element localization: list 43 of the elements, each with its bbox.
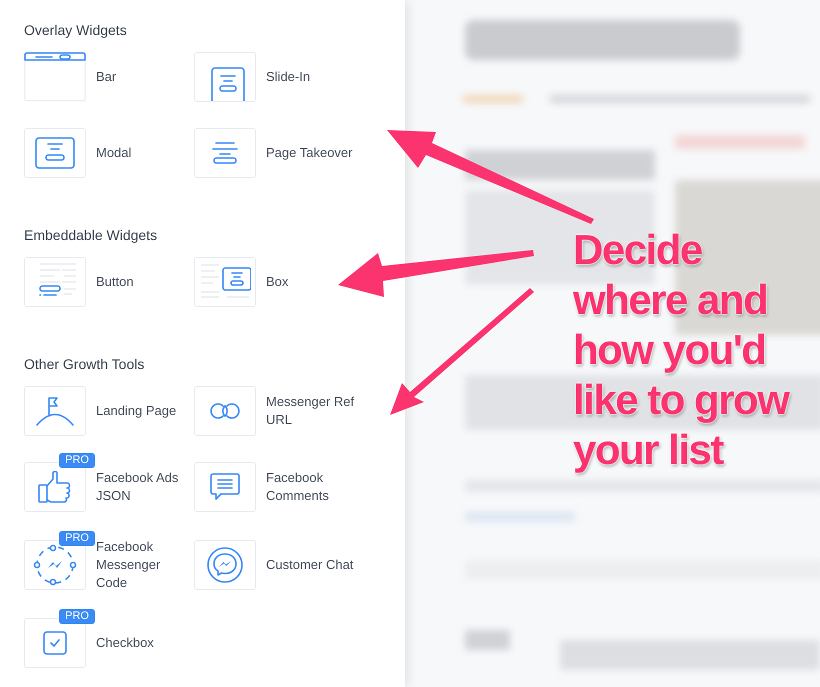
section-heading: Other Growth Tools: [24, 355, 146, 373]
widget-tile[interactable]: [194, 52, 256, 102]
widget-label: Messenger Ref URL: [266, 393, 356, 429]
widget-tile[interactable]: [194, 462, 256, 512]
widget-label: Box: [266, 273, 290, 291]
annotation-text: Decide where and how you'd like to grow your list: [573, 225, 790, 475]
dotted-ring-icon: [32, 543, 78, 587]
widget-tile[interactable]: [194, 128, 256, 178]
widget-tile[interactable]: [24, 540, 86, 590]
checkbox-icon: [43, 631, 67, 655]
widget-tile[interactable]: [24, 257, 86, 307]
widget-tile[interactable]: [24, 462, 86, 512]
widget-tile[interactable]: [194, 386, 256, 436]
pro-badge: PRO: [59, 453, 95, 468]
centered-lines-icon: [211, 141, 239, 165]
widget-label: Slide-In: [266, 68, 312, 86]
section-heading: Embeddable Widgets: [24, 226, 158, 244]
messenger-bubble-icon: [207, 547, 243, 583]
widget-tile[interactable]: [24, 128, 86, 178]
widget-tile[interactable]: [24, 52, 86, 102]
widget-label: Facebook Comments: [266, 469, 330, 505]
widget-label: Checkbox: [96, 634, 155, 652]
widget-tile[interactable]: [194, 257, 256, 307]
flag-on-hill-icon: [36, 396, 74, 426]
speech-bubble-icon: [210, 473, 240, 501]
widget-tile[interactable]: [194, 540, 256, 590]
widget-label: Page Takeover: [266, 144, 354, 162]
chain-link-icon: [210, 402, 240, 420]
widget-label: Modal: [96, 144, 132, 162]
widget-label: Facebook Messenger Code: [96, 538, 162, 592]
modal-window-icon: [35, 137, 75, 169]
widget-tile[interactable]: [24, 386, 86, 436]
pro-badge: PRO: [59, 531, 95, 546]
widget-label: Bar: [96, 68, 118, 86]
thumbs-up-icon: [38, 471, 72, 503]
section-heading: Overlay Widgets: [24, 21, 128, 39]
widget-label: Facebook Ads JSON: [96, 469, 180, 505]
widget-label: Button: [96, 273, 135, 291]
widget-label: Customer Chat: [266, 556, 354, 574]
widget-tile[interactable]: [24, 618, 86, 668]
browser-bar-icon: [24, 52, 86, 102]
pro-badge: PRO: [59, 609, 95, 624]
widget-label: Landing Page: [96, 402, 178, 420]
